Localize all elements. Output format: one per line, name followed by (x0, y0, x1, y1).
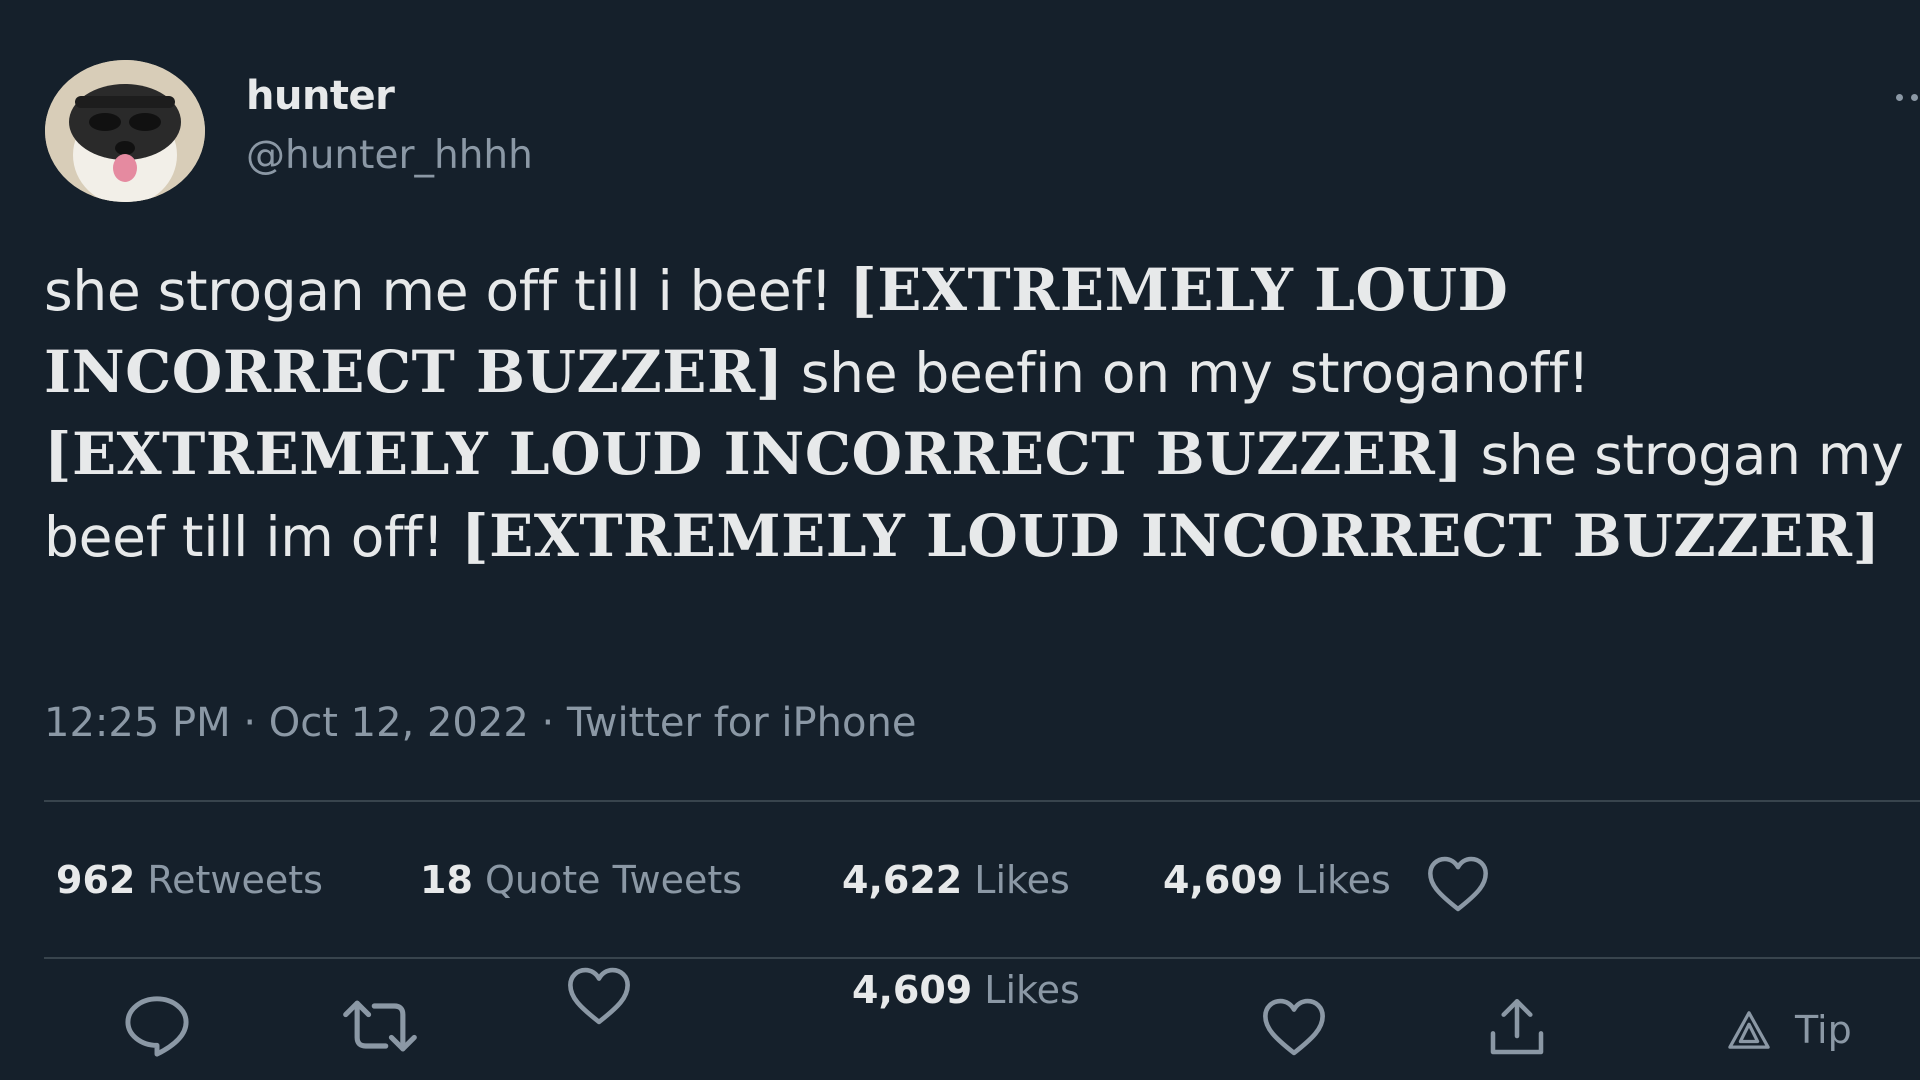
more-options-icon[interactable] (1896, 90, 1920, 104)
tweet-segment: she strogan me off till i beef! (44, 259, 850, 323)
tweet-segment-loud: [EXTREMELY LOUD INCORRECT BUZZER] (461, 502, 1881, 570)
tip-button[interactable]: Tip (1725, 1008, 1852, 1052)
likes-label: Likes (974, 858, 1070, 902)
author-avatar[interactable] (45, 60, 205, 202)
like-icon[interactable] (1260, 997, 1328, 1057)
tweet-segment: she beefin on my stroganoff! (783, 341, 1590, 405)
tip-icon (1725, 1009, 1773, 1051)
likes-label-secondary: Likes (1295, 858, 1391, 902)
retweet-icon[interactable] (340, 996, 420, 1056)
divider (44, 957, 1920, 959)
retweets-label: Retweets (147, 858, 323, 902)
tip-label: Tip (1795, 1008, 1852, 1052)
likes-count: 4,622 (842, 858, 963, 902)
divider (44, 800, 1920, 802)
quotes-label: Quote Tweets (484, 858, 743, 902)
tweet-segment-loud: [EXTREMELY LOUD INCORRECT BUZZER] (44, 420, 1464, 488)
likes-count-secondary: 4,609 (1163, 858, 1284, 902)
author-handle[interactable]: @hunter_hhhh (246, 133, 533, 178)
reply-icon[interactable] (122, 993, 192, 1057)
tweet-timestamp[interactable]: 12:25 PM · Oct 12, 2022 · Twitter for iP… (44, 700, 916, 746)
dog-avatar-icon (45, 60, 205, 202)
heart-icon[interactable] (1425, 855, 1491, 913)
likes-stat[interactable]: 4,622 Likes (842, 858, 1070, 902)
likes-overlay: 4,609 Likes (852, 968, 1080, 1012)
likes-overlay-count: 4,609 (852, 968, 973, 1012)
heart-icon[interactable] (565, 966, 633, 1026)
quote-tweets-stat[interactable]: 18 Quote Tweets (420, 858, 742, 902)
likes-overlay-label: Likes (984, 968, 1080, 1012)
retweets-stat[interactable]: 962 Retweets (56, 858, 323, 902)
quotes-count: 18 (420, 858, 473, 902)
tweet-text: she strogan me off till i beef! [EXTREME… (44, 250, 1904, 578)
share-icon[interactable] (1482, 996, 1552, 1060)
likes-stat-secondary[interactable]: 4,609 Likes (1163, 858, 1391, 902)
retweets-count: 962 (56, 858, 136, 902)
author-display-name[interactable]: hunter (246, 73, 395, 119)
